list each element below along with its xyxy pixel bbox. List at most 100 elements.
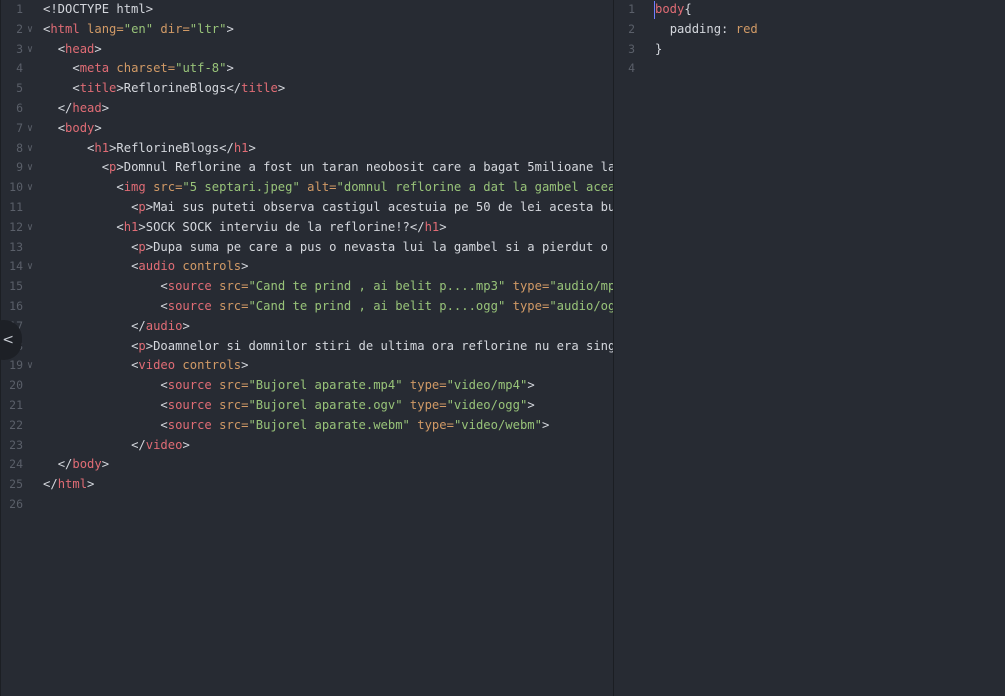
css-line[interactable]: 1 body{ [614, 0, 1005, 20]
code-text: <audio controls> [43, 257, 248, 277]
token-txt: </ [131, 437, 146, 452]
token-txt: > [101, 457, 110, 472]
token-str: "Cand te prind , ai belit p....ogg" [248, 299, 506, 313]
token-attr: type= [505, 299, 550, 313]
token-txt: <!DOCTYPE html> [43, 2, 154, 16]
token-txt: > [182, 437, 190, 452]
css-line[interactable]: 3} [614, 40, 1005, 60]
fold-toggle-icon[interactable]: ∨ [27, 257, 33, 277]
html-line[interactable]: 21 <source src="Bujorel aparate.ogv" typ… [1, 396, 613, 416]
token-tag: source [167, 279, 212, 294]
line-number: 20 [9, 378, 23, 393]
token-txt: > [248, 140, 256, 155]
code-text: } [655, 40, 662, 60]
html-line[interactable]: 20 <source src="Bujorel aparate.mp4" typ… [1, 376, 613, 396]
html-line[interactable]: 12 ∨ <h1>SOCK SOCK interviu de la reflori… [1, 218, 613, 238]
html-line[interactable]: 15 <source src="Cand te prind , ai belit… [1, 277, 613, 297]
token-tag: h1 [123, 219, 139, 234]
fold-toggle-icon[interactable]: ∨ [27, 178, 33, 198]
html-line[interactable]: 17 </audio> [1, 317, 613, 337]
line-number: 5 [16, 81, 23, 96]
token-attr: type= [505, 279, 550, 294]
code-text: <body> [43, 119, 102, 139]
token-attr: type= [402, 378, 447, 393]
token-txt: > [101, 101, 110, 115]
token-str: "Cand te prind , ai belit p....mp3" [248, 279, 506, 294]
html-line[interactable]: 7 ∨ <body> [1, 119, 613, 139]
token-txt: < [116, 219, 124, 234]
token-txt: < [160, 398, 168, 412]
css-line[interactable]: 4 [614, 59, 1005, 79]
fold-toggle-icon[interactable]: ∨ [27, 40, 33, 60]
fold-toggle-icon[interactable]: ∨ [27, 20, 33, 40]
html-line[interactable]: 10 ∨ <img src="5 septari.jpeg" alt="domnu… [1, 178, 613, 198]
line-number: 1 [16, 2, 23, 16]
css-editor-pane[interactable]: 1 body{2 padding: red 3} 4 [614, 0, 1005, 696]
css-line[interactable]: 2 padding: red [614, 20, 1005, 40]
html-line[interactable]: 18 <p>Doamnelor si domnilor stiri de ult… [1, 337, 613, 357]
token-attr: controls [175, 259, 242, 274]
token-str: "video/webm" [453, 417, 542, 432]
token-tag: title [79, 81, 117, 96]
html-line[interactable]: 23 </video> [1, 436, 613, 456]
html-line[interactable]: 5 <title>ReflorineBlogs</title> [1, 79, 613, 99]
html-editor-pane[interactable]: 1 <!DOCTYPE html> 2 ∨ <html lang="en" dir="l… [0, 0, 613, 696]
token-attr: controls [175, 358, 242, 373]
token-brace: { [684, 2, 692, 16]
html-line[interactable]: 11 <p>Mai sus puteti observa castigul ac… [1, 198, 613, 218]
token-txt: >ReflorineBlogs</ [116, 81, 242, 96]
token-txt: > [527, 398, 535, 412]
html-line[interactable]: 16 <source src="Cand te prind , ai belit… [1, 297, 613, 317]
html-line[interactable]: 1 <!DOCTYPE html> [1, 0, 613, 20]
fold-toggle-icon[interactable]: ∨ [27, 356, 33, 376]
fold-toggle-icon[interactable]: ∨ [27, 158, 33, 178]
html-line[interactable]: 2 ∨ <html lang="en" dir="ltr"> [1, 20, 613, 40]
token-txt: < [72, 61, 80, 76]
html-line[interactable]: 14 ∨ <audio controls> [1, 257, 613, 277]
html-line[interactable]: 13 <p>Dupa suma pe care a pus o nevasta … [1, 238, 613, 258]
line-number: 9 [16, 160, 23, 175]
html-line[interactable]: 3 ∨ <head> [1, 40, 613, 60]
html-line[interactable]: 24 </body> [1, 455, 613, 475]
html-line[interactable]: 19 ∨ <video controls> [1, 356, 613, 376]
token-tag: p [138, 200, 146, 214]
token-tag: source [167, 417, 212, 432]
html-line[interactable]: 22 <source src="Bujorel aparate.webm" ty… [1, 416, 613, 436]
token-txt: < [72, 81, 80, 96]
fold-toggle-icon[interactable]: ∨ [27, 139, 33, 159]
code-text: <video controls> [43, 356, 248, 376]
token-txt: > [277, 81, 286, 96]
token-txt: < [57, 120, 66, 135]
token-str: "Bujorel aparate.webm" [248, 417, 410, 432]
token-txt: < [160, 378, 168, 393]
chevron-left-icon: < [2, 332, 14, 348]
html-line[interactable]: 9 ∨ <p>Domnul Reflorine a fost un taran n… [1, 158, 613, 178]
line-number: 3 [16, 41, 23, 56]
token-tag: html [50, 21, 80, 36]
line-number: 3 [628, 41, 635, 56]
line-number: 13 [9, 239, 23, 254]
line-number: 7 [16, 120, 23, 135]
token-tag: source [167, 398, 212, 412]
html-line[interactable]: 6 </head> [1, 99, 613, 119]
token-attr: alt= [299, 180, 337, 195]
token-txt: >SOCK SOCK interviu de la reflorine!?</ [138, 219, 425, 234]
token-txt: > [94, 120, 102, 135]
token-tag: head [65, 41, 95, 56]
code-text: <source src="Cand te prind , ai belit p.… [43, 277, 613, 297]
line-number: 8 [16, 140, 23, 155]
code-text: <meta charset="utf-8"> [43, 59, 233, 79]
fold-toggle-icon[interactable]: ∨ [27, 218, 33, 238]
fold-toggle-icon[interactable]: ∨ [27, 119, 33, 139]
html-line[interactable]: 8 ∨ <h1>ReflorineBlogs</h1> [1, 139, 613, 159]
html-line[interactable]: 25 </html> [1, 475, 613, 495]
line-number: 4 [16, 61, 23, 76]
token-txt: < [160, 279, 168, 294]
token-txt: < [116, 180, 124, 195]
html-line[interactable]: 4 <meta charset="utf-8"> [1, 59, 613, 79]
html-line[interactable]: 26 [1, 495, 613, 515]
code-text: <p>Doamnelor si domnilor stiri de ultima… [43, 337, 613, 357]
token-txt: > [241, 259, 249, 274]
code-text: <h1>ReflorineBlogs</h1> [43, 139, 256, 159]
token-txt: >Domnul Reflorine a fost un taran neobos… [116, 160, 613, 175]
